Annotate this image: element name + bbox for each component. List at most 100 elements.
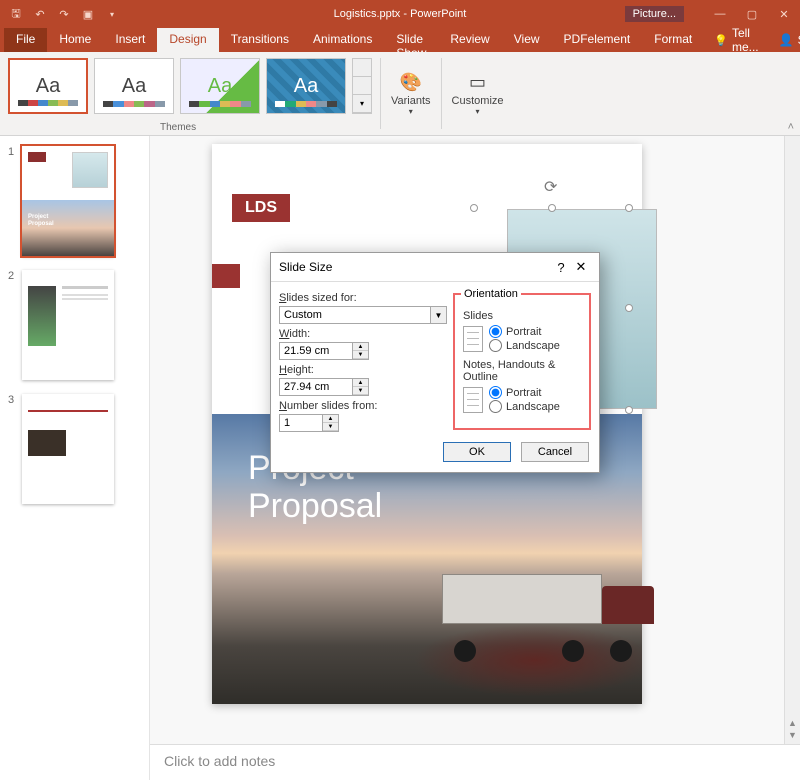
slide-size-dialog: Slide Size ? ✕ Slides sized for: ▼ Width… xyxy=(270,252,600,473)
title-bar: 🖫 ↶ ↷ ▣ ▾ Logistics.pptx - PowerPoint Pi… xyxy=(0,0,800,28)
tab-home[interactable]: Home xyxy=(47,28,103,52)
dialog-titlebar: Slide Size ? ✕ xyxy=(271,253,599,282)
ribbon: Aa Aa Aa Aa ▾ Themes 🎨Variants▾ ▭Customi… xyxy=(0,52,800,136)
tab-review[interactable]: Review xyxy=(438,28,501,52)
dialog-help-button[interactable]: ? xyxy=(551,260,571,275)
spin-up-icon[interactable]: ▲ xyxy=(353,379,368,387)
slide-thumbnail[interactable]: ProjectProposal xyxy=(22,146,114,256)
selection-handle[interactable] xyxy=(470,204,478,212)
start-from-beginning-icon[interactable]: ▣ xyxy=(78,4,98,24)
notes-portrait-radio[interactable]: Portrait xyxy=(489,386,560,399)
spin-down-icon[interactable]: ▼ xyxy=(353,387,368,395)
spin-down-icon[interactable]: ▼ xyxy=(323,423,338,431)
width-label: Width: xyxy=(279,328,447,340)
selection-handle[interactable] xyxy=(625,406,633,414)
orientation-legend: Orientation xyxy=(461,288,521,300)
orientation-fieldset: Orientation Slides Portrait Landscape No… xyxy=(453,288,591,430)
tab-file[interactable]: File xyxy=(4,28,47,52)
hero-mini xyxy=(22,200,114,256)
notes-subheading: Notes, Handouts & Outline xyxy=(463,359,583,383)
page-portrait-icon xyxy=(463,326,483,352)
tab-transitions[interactable]: Transitions xyxy=(219,28,301,52)
tab-view[interactable]: View xyxy=(502,28,552,52)
customize-icon: ▭ xyxy=(469,72,486,93)
tell-me[interactable]: 💡Tell me... xyxy=(704,28,768,52)
collapse-ribbon-icon[interactable]: ˄ xyxy=(788,121,794,133)
theme-swatch[interactable]: Aa xyxy=(180,58,260,114)
selection-handle[interactable] xyxy=(625,204,633,212)
variants-icon: 🎨 xyxy=(400,72,422,93)
group-label-themes: Themes xyxy=(160,122,196,133)
spin-up-icon[interactable]: ▲ xyxy=(323,415,338,423)
customize-button[interactable]: ▭Customize▾ xyxy=(442,52,514,135)
prev-slide-icon[interactable]: ▲ xyxy=(788,718,797,728)
slide-thumbnail[interactable] xyxy=(22,394,114,504)
thumb-number: 1 xyxy=(8,146,18,256)
page-portrait-icon xyxy=(463,387,483,413)
number-from-input[interactable] xyxy=(279,414,323,432)
sized-for-label: Slides sized for: xyxy=(279,292,447,304)
redo-icon[interactable]: ↷ xyxy=(54,4,74,24)
selection-handle[interactable] xyxy=(548,204,556,212)
spin-down-icon[interactable]: ▼ xyxy=(353,351,368,359)
rotate-handle-icon[interactable]: ⟳ xyxy=(544,177,557,197)
window-title: Logistics.pptx - PowerPoint xyxy=(334,8,467,20)
theme-swatch[interactable]: Aa xyxy=(266,58,346,114)
width-input[interactable] xyxy=(279,342,353,360)
cancel-button[interactable]: Cancel xyxy=(521,442,589,462)
accent-block xyxy=(212,264,240,288)
variants-button[interactable]: 🎨Variants▾ xyxy=(381,52,441,135)
dialog-left-column: Slides sized for: ▼ Width: ▲▼ Height: ▲▼… xyxy=(279,288,447,432)
slides-portrait-radio[interactable]: Portrait xyxy=(489,325,560,338)
sized-for-combo[interactable]: ▼ xyxy=(279,306,447,324)
tab-insert[interactable]: Insert xyxy=(103,28,157,52)
tab-design[interactable]: Design xyxy=(157,28,218,52)
tab-slideshow[interactable]: Slide Show xyxy=(384,28,438,52)
minimize-button[interactable]: — xyxy=(704,0,736,28)
share-button[interactable]: 👤Share xyxy=(769,28,800,52)
share-icon: 👤 xyxy=(779,33,794,47)
slides-subheading: Slides xyxy=(463,310,583,322)
dialog-close-button[interactable]: ✕ xyxy=(571,259,591,275)
dialog-right-column: Orientation Slides Portrait Landscape No… xyxy=(453,288,591,432)
contextual-tab-label: Picture... xyxy=(625,6,684,22)
tab-format[interactable]: Format xyxy=(642,28,704,52)
restore-button[interactable]: ▢ xyxy=(736,0,768,28)
number-from-label: Number slides from: xyxy=(279,400,447,412)
truck-graphic xyxy=(442,574,652,662)
notes-pane[interactable]: Click to add notes xyxy=(150,744,800,780)
slide-thumbnail[interactable] xyxy=(22,270,114,380)
qat-more-icon[interactable]: ▾ xyxy=(102,4,122,24)
height-spinner[interactable]: ▲▼ xyxy=(279,378,369,396)
thumb-number: 3 xyxy=(8,394,18,504)
height-label: Height: xyxy=(279,364,447,376)
slide-thumbnails: 1 ProjectProposal 2 3 xyxy=(0,136,150,780)
dialog-title: Slide Size xyxy=(279,260,332,274)
vertical-scrollbar[interactable]: ▲ ▼ xyxy=(784,136,800,744)
thumb-number: 2 xyxy=(8,270,18,380)
chevron-down-icon[interactable]: ▼ xyxy=(431,306,447,324)
number-from-spinner[interactable]: ▲▼ xyxy=(279,414,339,432)
next-slide-icon[interactable]: ▼ xyxy=(788,730,797,740)
photo-mini xyxy=(72,152,108,188)
ribbon-tabs: File Home Insert Design Transitions Anim… xyxy=(0,28,800,52)
bulb-icon: 💡 xyxy=(714,34,728,47)
slides-landscape-radio[interactable]: Landscape xyxy=(489,339,560,352)
theme-swatch[interactable]: Aa xyxy=(94,58,174,114)
selection-handle[interactable] xyxy=(625,304,633,312)
notes-landscape-radio[interactable]: Landscape xyxy=(489,400,560,413)
width-spinner[interactable]: ▲▼ xyxy=(279,342,369,360)
tab-animations[interactable]: Animations xyxy=(301,28,384,52)
spin-up-icon[interactable]: ▲ xyxy=(353,343,368,351)
ok-button[interactable]: OK xyxy=(443,442,511,462)
sized-for-input[interactable] xyxy=(279,306,431,324)
themes-more-button[interactable]: ▾ xyxy=(352,58,372,114)
save-icon[interactable]: 🖫 xyxy=(6,4,26,24)
quick-access-toolbar: 🖫 ↶ ↷ ▣ ▾ xyxy=(0,4,122,24)
close-button[interactable]: ✕ xyxy=(768,0,800,28)
tab-pdfelement[interactable]: PDFelement xyxy=(552,28,643,52)
theme-swatch[interactable]: Aa xyxy=(8,58,88,114)
title-mini: ProjectProposal xyxy=(28,214,54,228)
undo-icon[interactable]: ↶ xyxy=(30,4,50,24)
height-input[interactable] xyxy=(279,378,353,396)
